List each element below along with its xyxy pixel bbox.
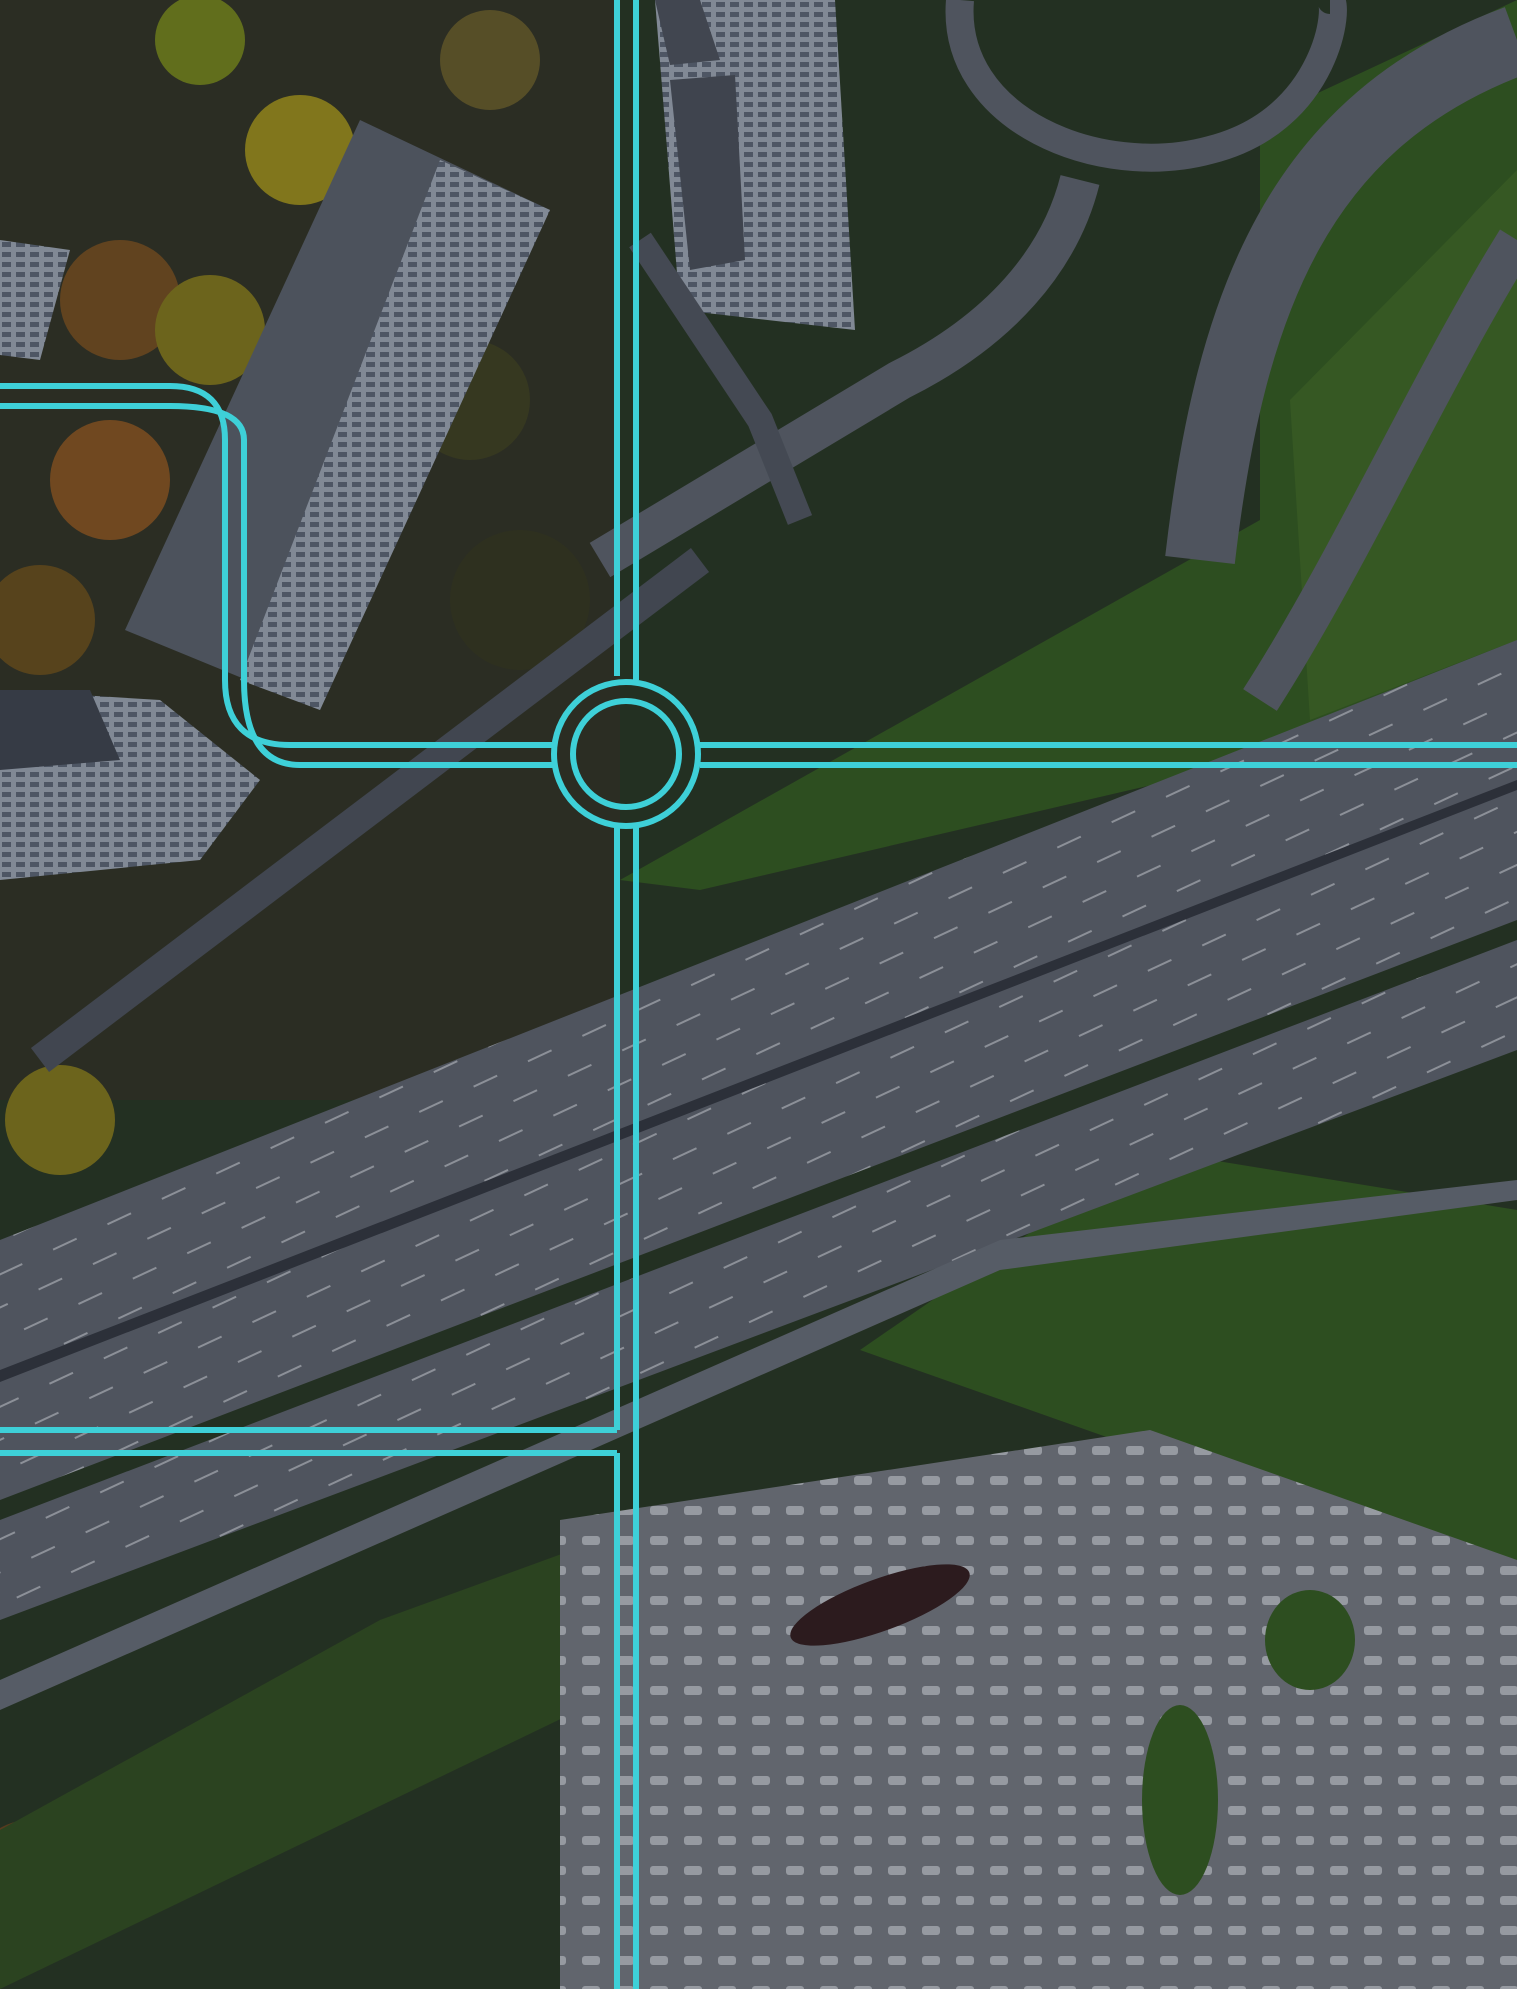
aerial-photo-scene	[0, 0, 1517, 1989]
photo-tint	[0, 0, 1517, 1989]
